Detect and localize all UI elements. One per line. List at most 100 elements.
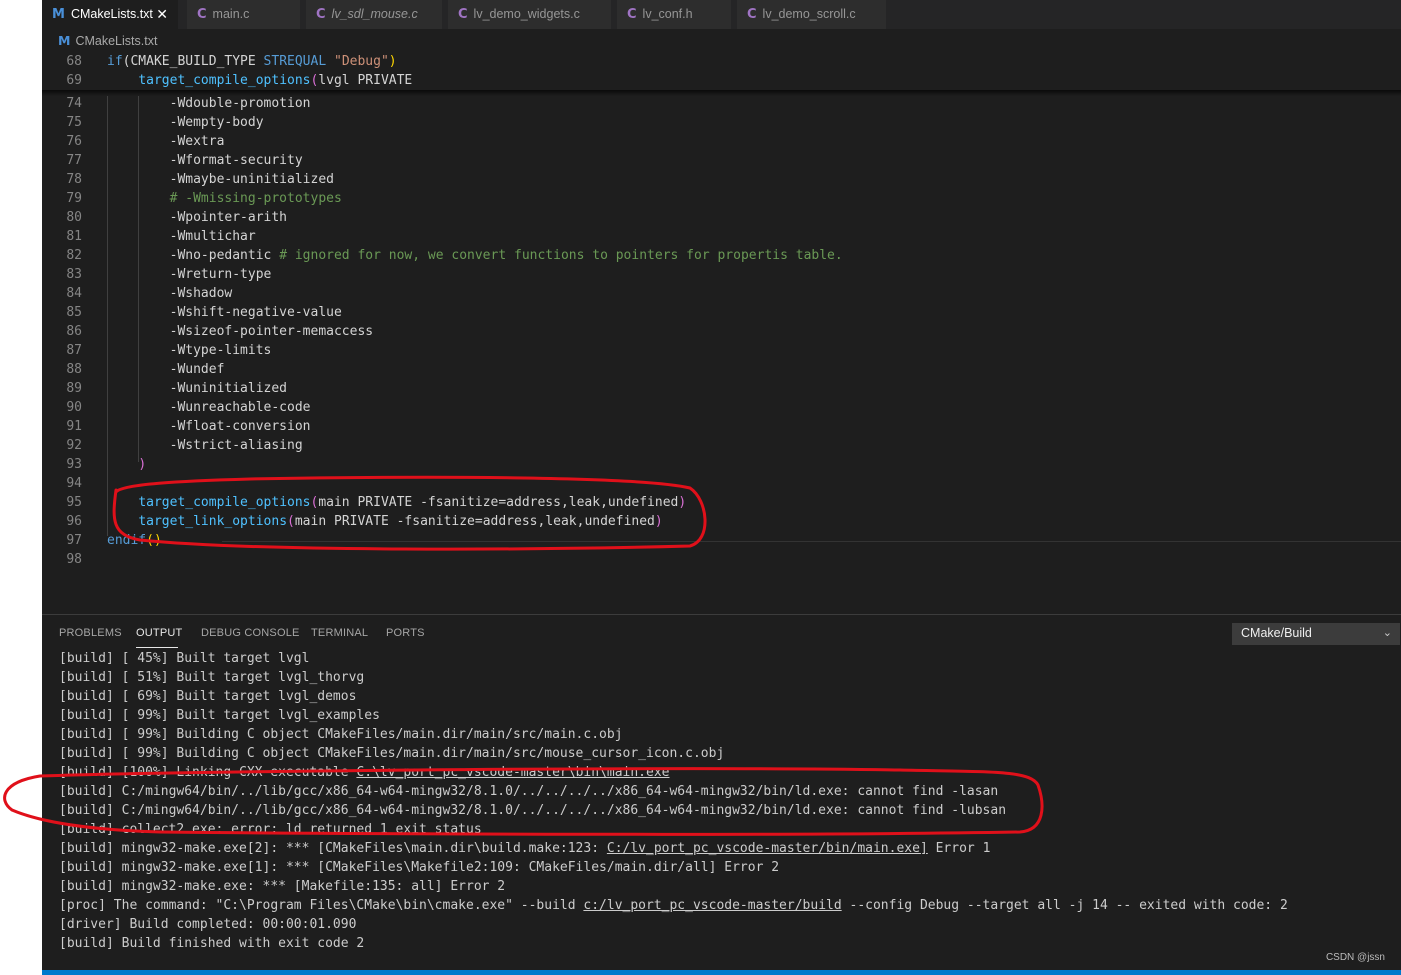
code-line[interactable]: 89 -Wuninitialized (42, 379, 1401, 398)
code-line[interactable]: 84 -Wshadow (42, 284, 1401, 303)
tab-cmakelists[interactable]: M CMakeLists.txt ✕ (42, 0, 179, 29)
code-line[interactable]: 80 -Wpointer-arith (42, 208, 1401, 227)
code-token: target_compile_options (138, 73, 311, 88)
close-icon[interactable]: ✕ (156, 0, 168, 28)
line-number: 88 (66, 362, 82, 377)
output-line: [build] Build finished with exit code 2 (59, 934, 1288, 953)
output-line: [build] [ 99%] Building C object CMakeFi… (59, 725, 1288, 744)
tab-lv-demo-scroll[interactable]: Clv_demo_scroll.c (737, 0, 887, 29)
output-text: [build] C:/mingw64/bin/../lib/gcc/x86_64… (59, 784, 999, 799)
code-line[interactable]: 88 -Wundef (42, 360, 1401, 379)
tab-debug-console[interactable]: DEBUG CONSOLE (201, 627, 300, 639)
code-line[interactable]: 81 -Wmultichar (42, 227, 1401, 246)
line-number: 81 (66, 229, 82, 244)
code-token: -Wfloat-conversion (107, 419, 311, 434)
breadcrumb[interactable]: M CMakeLists.txt (58, 32, 157, 50)
code-line[interactable]: 90 -Wunreachable-code (42, 398, 1401, 417)
tab-lv-demo-widgets[interactable]: Clv_demo_widgets.c (448, 0, 612, 29)
watermark: CSDN @jssn (1325, 952, 1385, 963)
tab-output[interactable]: OUTPUT (136, 627, 182, 639)
output-path-link[interactable]: C:/lv_port_pc_vscode-master/bin/main.exe… (607, 841, 928, 856)
code-line[interactable]: 75 -Wempty-body (42, 113, 1401, 132)
tab-label: lv_sdl_mouse.c (331, 7, 418, 21)
output-path-link[interactable]: c:/lv_port_pc_vscode-master/build (583, 898, 841, 913)
code-editor[interactable]: 68 if(CMAKE_BUILD_TYPE STREQUAL "Debug") 6… (42, 52, 1401, 614)
code-token: STREQUAL (263, 54, 327, 69)
code-line[interactable]: 97 endif() (42, 531, 1401, 550)
code-line[interactable]: 78 -Wmaybe-uninitialized (42, 170, 1401, 189)
code-text: -Wstrict-aliasing (107, 436, 303, 455)
code-token: -Wsizeof-pointer-memaccess (107, 324, 374, 339)
output-text: [build] C:/mingw64/bin/../lib/gcc/x86_64… (59, 803, 1007, 818)
output-line: [build] mingw32-make.exe[1]: *** [CMakeF… (59, 858, 1288, 877)
breadcrumb-label: CMakeLists.txt (75, 34, 158, 48)
code-text: -Wreturn-type (107, 265, 272, 284)
vscode-window: M CMakeLists.txt ✕ Cmain.c Clv_sdl_mouse.… (42, 0, 1401, 975)
code-line[interactable]: 85 -Wshift-negative-value (42, 303, 1401, 322)
output-path-link[interactable]: C:\lv_port_pc_vscode-master\bin\main.exe (356, 765, 669, 780)
code-token: (CMAKE_BUILD_TYPE (122, 54, 264, 69)
editor-tab-bar: M CMakeLists.txt ✕ Cmain.c Clv_sdl_mouse.… (42, 0, 1401, 29)
cmake-file-icon: M (52, 7, 65, 22)
code-line[interactable]: 77 -Wformat-security (42, 151, 1401, 170)
tab-main-c[interactable]: Cmain.c (187, 0, 301, 29)
code-text: -Wmaybe-uninitialized (107, 170, 334, 189)
code-line[interactable]: 87 -Wtype-limits (42, 341, 1401, 360)
code-line[interactable]: 86 -Wsizeof-pointer-memaccess (42, 322, 1401, 341)
code-line[interactable]: 91 -Wfloat-conversion (42, 417, 1401, 436)
code-text: -Wtype-limits (107, 341, 272, 360)
output-line: [build] collect2.exe: error: ld returned… (59, 820, 1288, 839)
code-line[interactable]: 96 target_link_options(main PRIVATE -fsa… (42, 512, 1401, 531)
output-line: [build] [ 99%] Building C object CMakeFi… (59, 744, 1288, 763)
code-token: lvgl PRIVATE (318, 73, 413, 88)
code-text: -Wmultichar (107, 227, 256, 246)
code-line[interactable]: 74 -Wdouble-promotion (42, 94, 1401, 113)
tab-lv-conf[interactable]: Clv_conf.h (617, 0, 732, 29)
code-token: -Wno-pedantic (107, 248, 280, 263)
output-channel-select[interactable]: CMake/Build ⌄ (1232, 623, 1400, 645)
c-file-icon: C (458, 7, 468, 22)
code-line[interactable]: 98 (42, 550, 1401, 569)
line-number: 86 (66, 324, 82, 339)
code-token: ) (654, 514, 663, 529)
line-number: 94 (66, 476, 82, 491)
output-log[interactable]: [build] [ 45%] Built target lvgl [build] … (59, 649, 1288, 953)
code-text: -Wshift-negative-value (107, 303, 342, 322)
line-number: 92 (66, 438, 82, 453)
code-line[interactable]: 68 if(CMAKE_BUILD_TYPE STREQUAL "Debug") (42, 52, 1401, 71)
code-token: -Wshift-negative-value (107, 305, 342, 320)
code-text: -Wempty-body (107, 113, 264, 132)
code-line[interactable]: 83 -Wreturn-type (42, 265, 1401, 284)
output-line: [build] [100%] Linking CXX executable C:… (59, 763, 1288, 782)
tab-ports[interactable]: PORTS (386, 627, 425, 639)
line-number: 85 (66, 305, 82, 320)
code-line[interactable]: 93 ) (42, 455, 1401, 474)
code-token: ( (287, 514, 295, 529)
code-line[interactable]: 92 -Wstrict-aliasing (42, 436, 1401, 455)
code-line[interactable]: 95 target_compile_options(main PRIVATE -… (42, 493, 1401, 512)
code-text: target_compile_options(lvgl PRIVATE (107, 71, 412, 90)
code-token: -Wdouble-promotion (107, 96, 311, 111)
line-number: 93 (66, 457, 82, 472)
code-token: -Wpointer-arith (107, 210, 288, 225)
tab-lv-sdl-mouse[interactable]: Clv_sdl_mouse.c (306, 0, 443, 29)
code-line[interactable]: 69 target_compile_options(lvgl PRIVATE (42, 71, 1401, 90)
tab-problems[interactable]: PROBLEMS (59, 627, 122, 639)
tab-label: main.c (212, 7, 250, 21)
code-text: endif() (107, 531, 162, 550)
code-line[interactable]: 79 # -Wmissing-prototypes (42, 189, 1401, 208)
code-text: -Wextra (107, 132, 225, 151)
output-text: [build] [100%] Linking CXX executable (59, 765, 357, 780)
tab-terminal[interactable]: TERMINAL (311, 627, 368, 639)
output-text: [build] Build finished with exit code 2 (59, 936, 365, 951)
code-line[interactable]: 76 -Wextra (42, 132, 1401, 151)
code-text: -Wshadow (107, 284, 233, 303)
code-line[interactable]: 94 (42, 474, 1401, 493)
code-token: # -Wmissing-prototypes (107, 191, 342, 206)
code-line[interactable]: 82 -Wno-pedantic # ignored for now, we c… (42, 246, 1401, 265)
code-text: target_compile_options(main PRIVATE -fsa… (107, 493, 686, 512)
code-text: -Wformat-security (107, 151, 303, 170)
